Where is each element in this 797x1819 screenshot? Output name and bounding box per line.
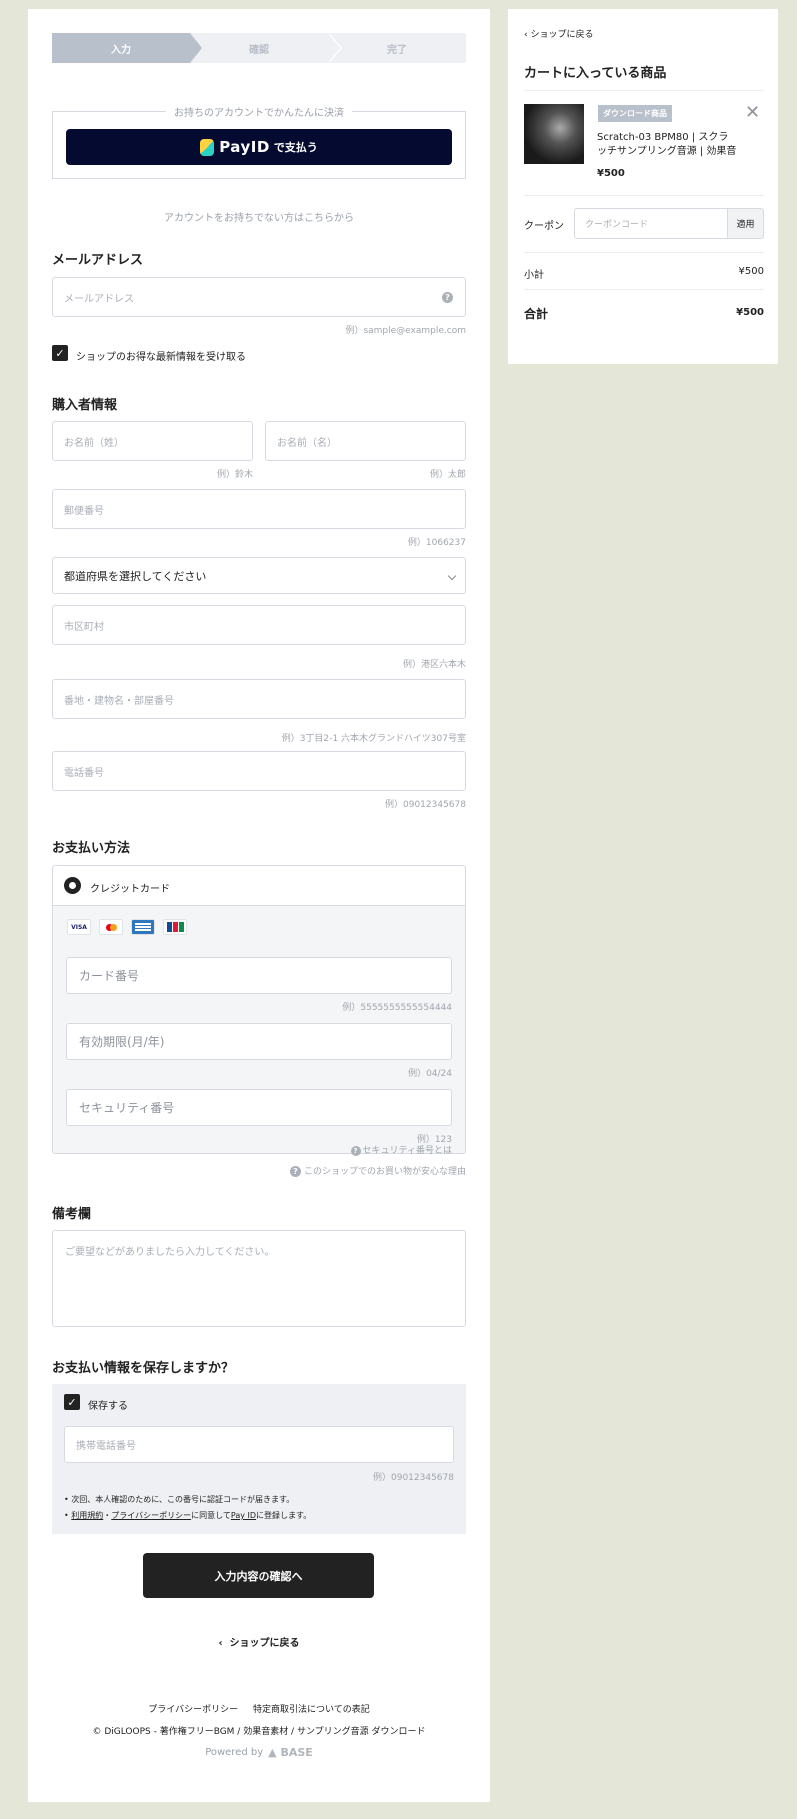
download-badge: ダウンロード商品 (598, 105, 672, 122)
payid-button[interactable]: PayID で支払う (66, 129, 452, 165)
cvc-help-link[interactable]: ? セキュリティ番号とは (66, 1143, 452, 1156)
step-confirm: 確認 (190, 33, 342, 63)
city-field[interactable]: 市区町村 (52, 605, 466, 645)
divider (524, 195, 764, 196)
cvc-field[interactable]: セキュリティ番号 (66, 1089, 452, 1126)
notes-section-title: 備考欄 (52, 1207, 92, 1222)
buyer-section-title: 購入者情報 (52, 398, 118, 413)
remove-item-icon[interactable]: ✕ (745, 104, 760, 122)
coupon-apply-button[interactable]: 適用 (727, 208, 764, 239)
amex-icon (131, 919, 155, 935)
visa-icon: VISA (67, 919, 91, 935)
subtotal-label: 小計 (524, 270, 544, 281)
payid-logo: PayID (200, 138, 270, 156)
payid-brand: PayID (219, 138, 270, 156)
help-icon: ? (289, 1166, 301, 1177)
checkout-form: 入力 確認 完了 PayID で支払う お持ちのアカウントでかんたんに決済 アカ… (28, 9, 490, 1802)
email-section-title: メールアドレス (52, 253, 144, 268)
back-to-shop-link[interactable]: ‹ ショップに戻る (52, 1634, 466, 1649)
prefecture-select[interactable]: 都道府県を選択してください (52, 557, 466, 594)
newsletter-label: ショップのお得な最新情報を受け取る (76, 352, 246, 363)
divider (524, 90, 764, 91)
card-number-field[interactable]: カード番号 (66, 957, 452, 994)
privacy-link[interactable]: プライバシーポリシー (111, 1511, 191, 1520)
prefecture-value: 都道府県を選択してください (64, 569, 207, 583)
last-name-hint: 例）鈴木 (216, 470, 253, 480)
step-indicator: 入力 確認 完了 (52, 33, 466, 63)
chevron-down-icon (447, 571, 457, 581)
expiry-hint: 例）04/24 (408, 1069, 452, 1079)
payid-mark-icon (200, 138, 215, 156)
cart-back-link[interactable]: ‹ ショップに戻る (524, 27, 593, 40)
save-checkbox[interactable]: ✓ (64, 1394, 80, 1410)
total-value: ¥500 (736, 307, 764, 318)
step-complete: 完了 (328, 33, 466, 63)
coupon-label: クーポン (524, 221, 564, 232)
footer-powered-by: Powered by ▲ BASE (205, 1746, 313, 1759)
terms-link[interactable]: 利用規約 (71, 1511, 103, 1520)
payment-section-title: お支払い方法 (52, 841, 131, 856)
credit-card-option[interactable]: クレジットカード (53, 866, 465, 906)
last-name-field[interactable]: お名前（姓） (52, 421, 253, 461)
notes-textarea[interactable]: ご要望などがありましたら入力してください。 (52, 1230, 466, 1327)
email-field[interactable]: メールアドレス (52, 277, 466, 317)
jcb-icon (163, 919, 187, 935)
footer-links: プライバシーポリシー 特定商取引法についての表記 (52, 1702, 466, 1715)
payid-box: PayID で支払う (52, 111, 466, 179)
address-field[interactable]: 番地・建物名・部屋番号 (52, 679, 466, 719)
expiry-field[interactable]: 有効期限(月/年) (66, 1023, 452, 1060)
coupon-input[interactable]: クーポンコード (574, 208, 728, 239)
payid-button-label: で支払う (273, 141, 318, 154)
newsletter-checkbox[interactable]: ✓ (52, 345, 68, 361)
divider (524, 289, 764, 290)
phone-hint: 例）09012345678 (385, 800, 466, 810)
product-name: Scratch-03 BPM80 | スクラッチサンプリング音源 | 効果音 (597, 132, 737, 157)
city-hint: 例）港区六本木 (402, 660, 466, 670)
product-price: ¥500 (597, 168, 625, 179)
help-icon[interactable]: ? (442, 292, 453, 303)
footer-tokushoho-link[interactable]: 特定商取引法についての表記 (253, 1705, 370, 1715)
address-hint: 例）3丁目2-1 六本木グランドハイツ307号室 (281, 734, 466, 744)
base-logo: ▲ BASE (268, 1746, 313, 1759)
save-info-panel: ✓ 保存する 携帯電話番号 例）09012345678 • 次回、本人確認のため… (52, 1384, 466, 1534)
mobile-phone-field[interactable]: 携帯電話番号 (64, 1426, 454, 1463)
zip-field[interactable]: 郵便番号 (52, 489, 466, 529)
save-checkbox-label: 保存する (88, 1401, 128, 1412)
first-name-hint: 例）太郎 (429, 470, 466, 480)
credit-card-panel: クレジットカード VISA カード番号 例）5555555555554444 有… (52, 865, 466, 1156)
confirm-button[interactable]: 入力内容の確認へ (143, 1553, 374, 1598)
subtotal-value: ¥500 (738, 266, 764, 277)
chevron-left-icon: ‹ (218, 1638, 230, 1649)
help-icon: ? (350, 1146, 361, 1156)
step-input: 入力 (52, 33, 202, 63)
product-thumbnail (524, 104, 584, 164)
credit-card-radio[interactable] (64, 877, 81, 894)
credit-card-label: クレジットカード (90, 884, 170, 895)
save-note-1: • 次回、本人確認のために、この番号に認証コードが届きます。 (64, 1495, 295, 1504)
save-note-2: • 利用規約・プライバシーポリシーに同意してPay IDに登録します。 (64, 1511, 312, 1520)
no-account-link[interactable]: アカウントをお持ちでない方はこちらから (52, 209, 466, 224)
cart-sidebar: ‹ ショップに戻る カートに入っている商品 ダウンロード商品 Scratch-0… (508, 9, 778, 364)
email-hint: 例）sample@example.com (345, 326, 466, 336)
card-number-hint: 例）5555555555554444 (342, 1003, 452, 1013)
zip-hint: 例）1066237 (407, 538, 466, 548)
footer-privacy-link[interactable]: プライバシーポリシー (148, 1705, 238, 1715)
footer-copyright: © DiGLOOPS - 著作権フリーBGM / 効果音素材 / サンプリング音… (92, 1727, 426, 1737)
phone-field[interactable]: 電話番号 (52, 751, 466, 791)
save-section-title: お支払い情報を保存しますか？ (52, 1361, 235, 1376)
total-label: 合計 (524, 307, 549, 321)
payid-section-label: お持ちのアカウントでかんたんに決済 (52, 104, 466, 119)
payid-link[interactable]: Pay ID (231, 1511, 256, 1520)
mobile-phone-hint: 例）09012345678 (373, 1473, 454, 1483)
divider (524, 252, 764, 253)
mastercard-icon (99, 919, 123, 935)
safe-shopping-link[interactable]: ? このショップでのお買い物が安心な理由 (52, 1164, 466, 1177)
cart-title: カートに入っている商品 (524, 66, 667, 81)
first-name-field[interactable]: お名前（名） (265, 421, 466, 461)
